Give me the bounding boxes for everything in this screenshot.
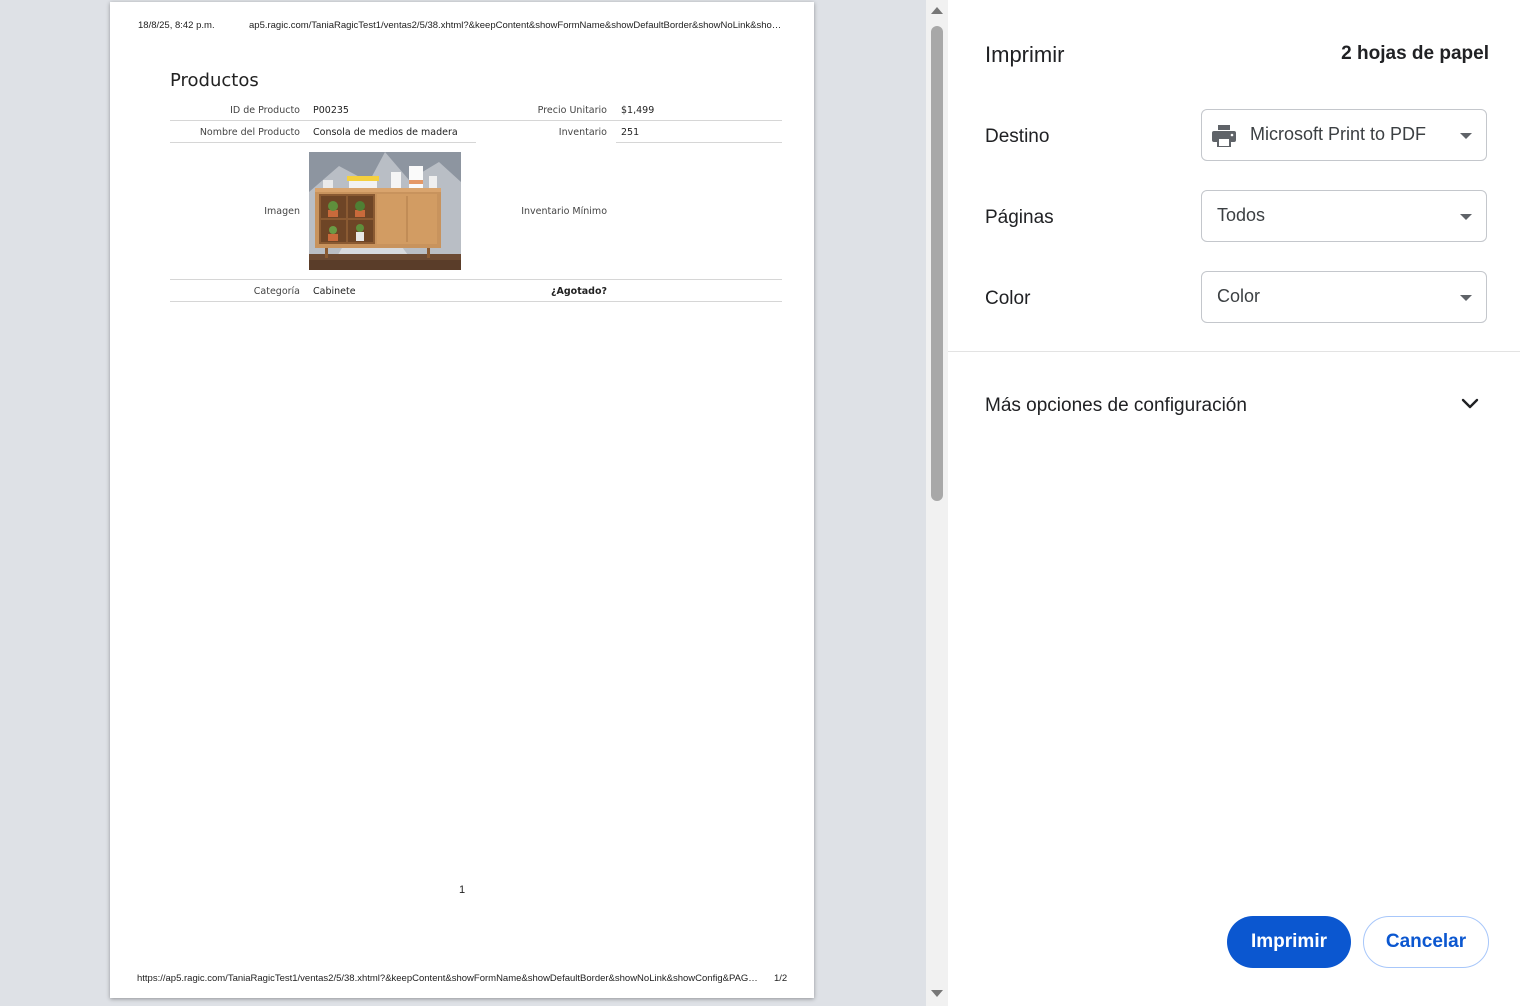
destination-value: Microsoft Print to PDF bbox=[1250, 124, 1427, 144]
more-options-toggle[interactable]: Más opciones de configuración bbox=[985, 395, 1247, 417]
field-label-image: Imagen bbox=[264, 206, 300, 217]
pages-label: Páginas bbox=[985, 207, 1054, 228]
field-divider bbox=[170, 142, 476, 143]
preview-page: 18/8/25, 8:42 p.m. ap5.ragic.com/TaniaRa… bbox=[110, 2, 814, 998]
color-label: Color bbox=[985, 288, 1031, 309]
sheet-count: 2 hojas de papel bbox=[1341, 43, 1489, 64]
pages-value: Todos bbox=[1217, 205, 1266, 225]
field-value-price: $1,499 bbox=[621, 105, 655, 116]
destination-label: Destino bbox=[985, 126, 1050, 147]
page-footer-url: https://ap5.ragic.com/TaniaRagicTest1/ve… bbox=[137, 973, 758, 984]
field-label-price: Precio Unitario bbox=[537, 105, 607, 116]
color-value: Color bbox=[1217, 286, 1261, 306]
field-value-name: Consola de medios de madera bbox=[313, 127, 458, 138]
caret-down-icon bbox=[1460, 295, 1472, 301]
field-label-inventory: Inventario bbox=[558, 127, 607, 138]
scroll-up-arrow-icon[interactable] bbox=[931, 7, 943, 14]
page-header-url: ap5.ragic.com/TaniaRagicTest1/ventas2/5/… bbox=[249, 20, 782, 31]
chevron-down-icon[interactable] bbox=[1461, 398, 1479, 410]
caret-down-icon bbox=[1460, 214, 1472, 220]
field-divider bbox=[170, 279, 782, 280]
field-divider bbox=[616, 142, 782, 143]
field-label-name: Nombre del Producto bbox=[199, 127, 300, 138]
color-select[interactable]: Color bbox=[1201, 271, 1487, 323]
printer-icon bbox=[1212, 125, 1236, 147]
cancel-button[interactable]: Cancelar bbox=[1363, 916, 1489, 968]
form-title: Productos bbox=[170, 70, 259, 91]
print-preview-area: 18/8/25, 8:42 p.m. ap5.ragic.com/TaniaRa… bbox=[0, 0, 948, 1006]
field-label-id: ID de Producto bbox=[230, 105, 300, 116]
print-settings-panel: Imprimir 2 hojas de papel Destino Micros… bbox=[948, 0, 1520, 1006]
caret-down-icon bbox=[1460, 133, 1472, 139]
field-divider bbox=[170, 120, 782, 121]
field-value-inventory: 251 bbox=[621, 127, 640, 138]
field-value-category: Cabinete bbox=[313, 286, 356, 297]
page-number: 1 bbox=[458, 884, 466, 896]
field-value-id: P00235 bbox=[313, 105, 349, 116]
panel-title: Imprimir bbox=[985, 42, 1065, 67]
scroll-thumb[interactable] bbox=[931, 26, 943, 501]
destination-select[interactable]: Microsoft Print to PDF bbox=[1201, 109, 1487, 161]
field-label-category: Categoría bbox=[253, 286, 300, 297]
scroll-down-arrow-icon[interactable] bbox=[931, 990, 943, 997]
preview-scrollbar[interactable] bbox=[926, 0, 948, 1006]
pages-select[interactable]: Todos bbox=[1201, 190, 1487, 242]
field-divider bbox=[170, 301, 782, 302]
field-label-min-inventory: Inventario Mínimo bbox=[521, 206, 607, 217]
product-image bbox=[309, 152, 461, 270]
page-header-date: 18/8/25, 8:42 p.m. bbox=[138, 20, 215, 31]
page-footer-count: 1/2 bbox=[774, 973, 788, 984]
field-label-sold-out: ¿Agotado? bbox=[551, 286, 607, 297]
panel-divider bbox=[948, 351, 1520, 352]
print-button[interactable]: Imprimir bbox=[1227, 916, 1351, 968]
